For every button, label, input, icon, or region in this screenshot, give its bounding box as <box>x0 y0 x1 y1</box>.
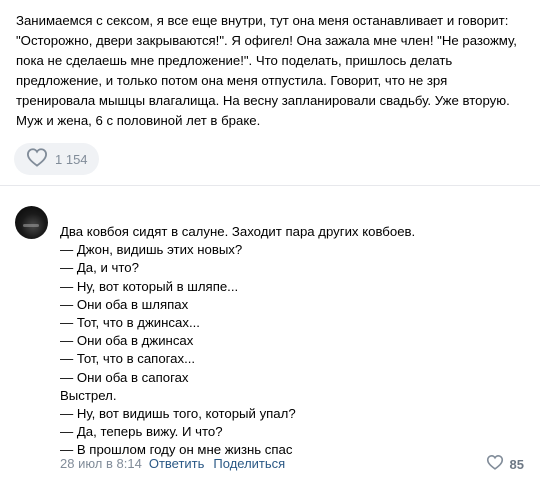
post-like-count: 1 154 <box>55 151 88 167</box>
comment-text: Два ковбоя сидят в салуне. Заходит пара … <box>60 223 520 460</box>
post-text-line: предложение, и только потом она меня отп… <box>16 73 448 88</box>
post-text-line: тренировала мышцы влагалища. На весну за… <box>16 93 510 108</box>
comment-text-line: — Тот, что в сапогах... <box>60 351 196 367</box>
comment-text-line: — Да, и что? <box>60 260 139 276</box>
comment-text-line: — Тот, что в джинсах... <box>60 315 200 331</box>
comment-like-count: 85 <box>509 457 524 472</box>
share-button[interactable]: Поделиться <box>213 456 285 471</box>
comment-text-line: — Они оба в джинсах <box>60 333 194 349</box>
comment-text-line: — Джон, видишь этих новых? <box>60 242 243 258</box>
comment-date[interactable]: 28 июл в 8:14 <box>60 456 142 471</box>
comment-text-line: Два ковбоя сидят в салуне. Заходит пара … <box>60 224 416 239</box>
comment-text-line: — Они оба в сапогах <box>60 369 189 385</box>
post-text-line: Занимаемся с сексом, я все еще внутри, т… <box>16 13 509 28</box>
comment-text-line: — Они оба в шляпах <box>60 296 189 312</box>
comment-text-line: — Ну, вот видишь того, который упал? <box>60 406 296 422</box>
comment-meta: 28 июл в 8:14 Ответить Поделиться <box>60 456 285 471</box>
post-text-line: пока не сделаешь мне предложение!". Что … <box>16 53 453 68</box>
comment-text-line: — Да, теперь вижу. И что? <box>60 424 223 440</box>
comment: Два ковбоя сидят в салуне. Заходит пара … <box>0 186 540 486</box>
post-text-line: "Осторожно, двери закрываются!". Я офиге… <box>16 33 517 48</box>
heart-icon <box>26 147 48 172</box>
post: Занимаемся с сексом, я все еще внутри, т… <box>0 0 540 178</box>
post-text: Занимаемся с сексом, я все еще внутри, т… <box>16 11 526 131</box>
comment-like-button[interactable]: 85 <box>486 454 524 475</box>
post-text-line: Муж и жена, 6 с половиной лет в браке. <box>16 113 261 128</box>
comment-text-line: — Ну, вот который в шляпе... <box>60 278 239 294</box>
heart-icon <box>486 454 504 475</box>
post-like-button[interactable]: 1 154 <box>14 143 99 175</box>
comment-text-line: Выстрел. <box>60 387 117 403</box>
reply-button[interactable]: Ответить <box>149 456 205 471</box>
avatar[interactable] <box>15 206 48 239</box>
